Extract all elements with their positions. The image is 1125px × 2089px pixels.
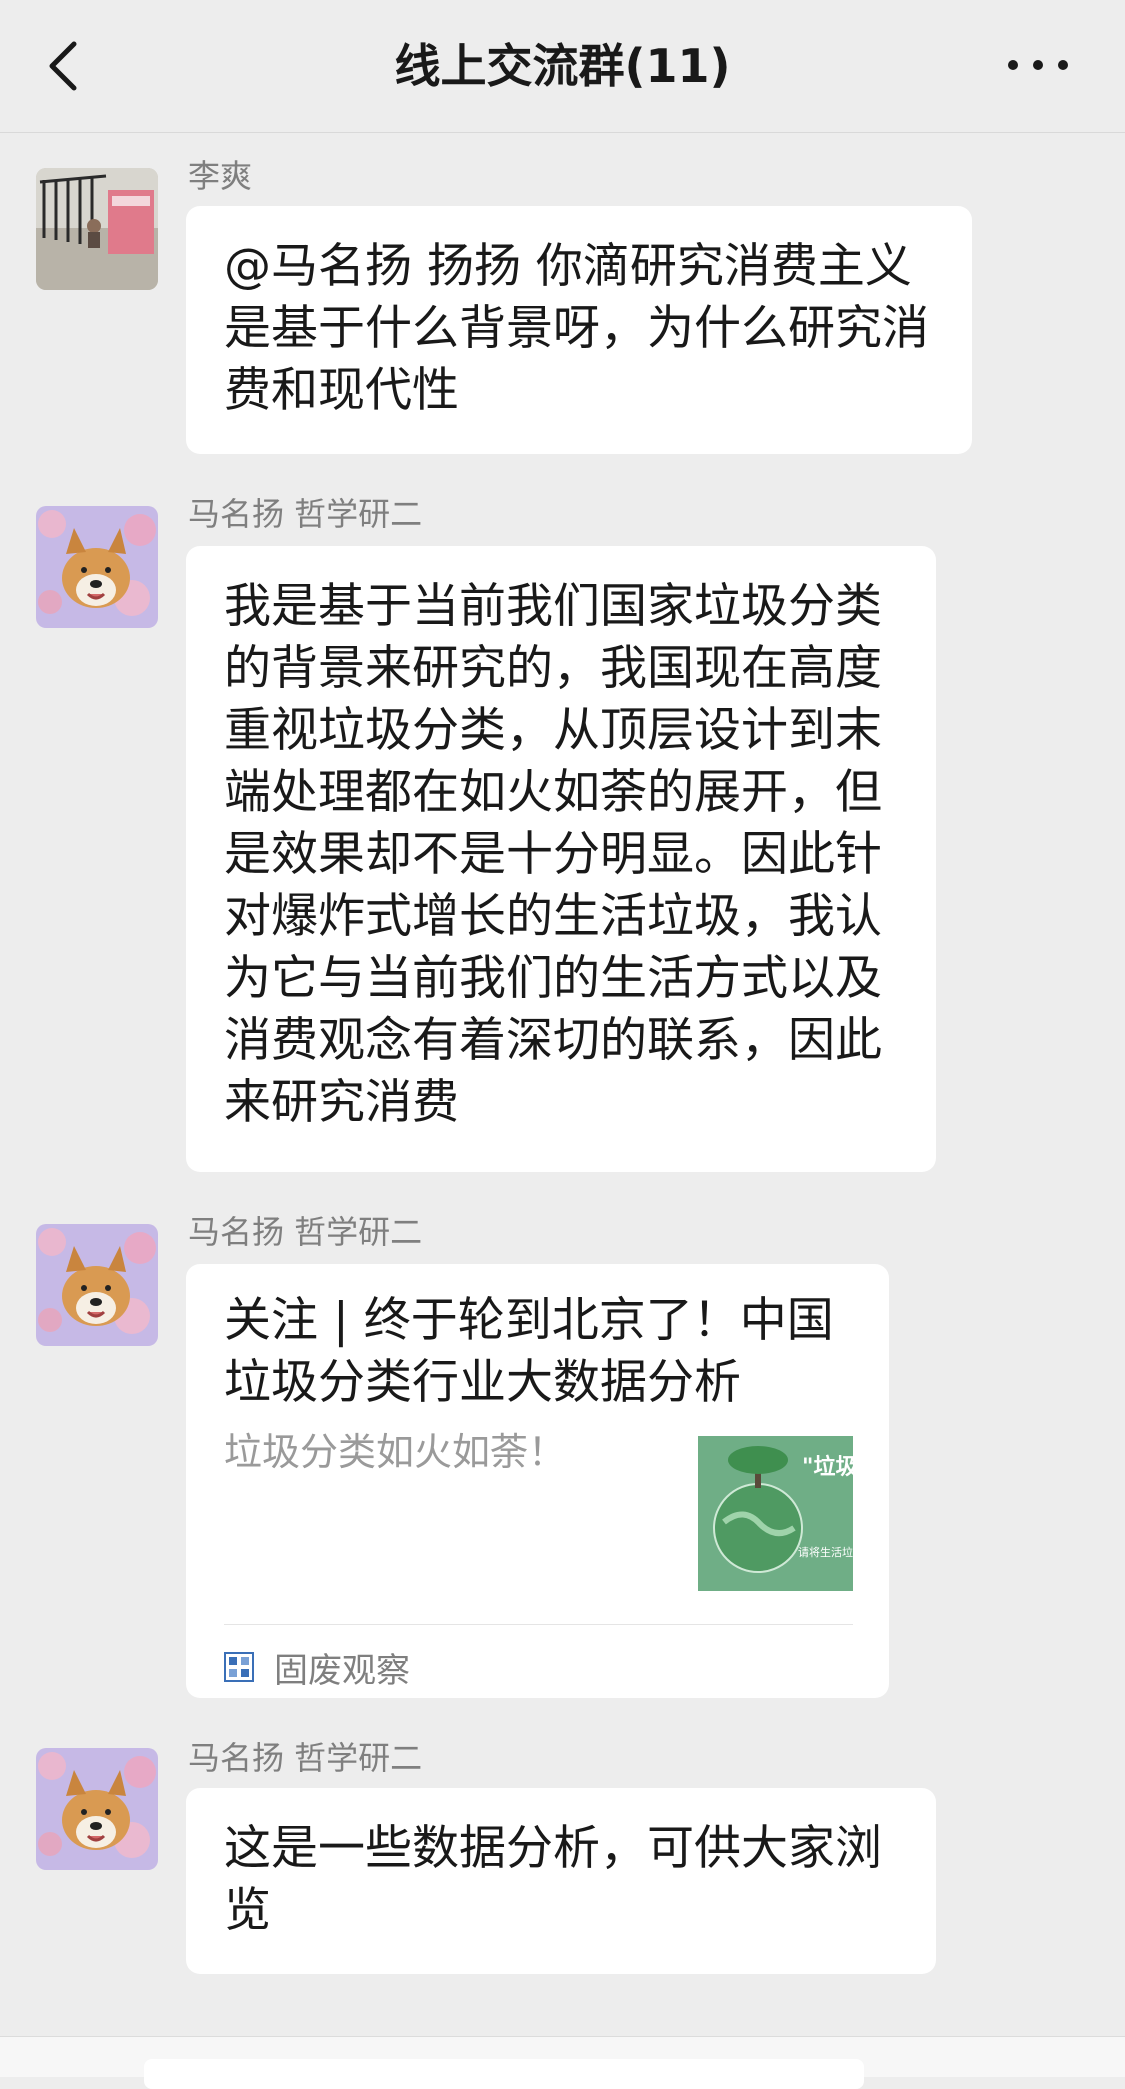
sender-name: 李爽 xyxy=(188,157,253,195)
article-card[interactable]: 关注 | 终于轮到北京了！中国垃圾分类行业大数据分析 垃圾分类如火如荼！ "垃圾… xyxy=(186,1264,889,1698)
avatar-ma-mingyang[interactable] xyxy=(36,1748,158,1870)
message-text: 这是一些数据分析，可供大家浏览 xyxy=(224,1821,882,1938)
avatar-li-shuang[interactable] xyxy=(36,168,158,290)
input-bar xyxy=(0,2036,1125,2089)
article-title: 关注 | 终于轮到北京了！中国垃圾分类行业大数据分析 xyxy=(224,1293,834,1410)
chat-title: 线上交流群(11) xyxy=(394,39,731,93)
article-thumbnail: "垃圾分类 请将生活垃圾 做人指定位 xyxy=(698,1436,853,1591)
message-bubble[interactable]: 这是一些数据分析，可供大家浏览 xyxy=(186,1788,936,1974)
card-divider xyxy=(224,1624,853,1625)
article-source[interactable]: 固废观察 xyxy=(224,1632,410,1702)
message-text: 我是基于当前我们国家垃圾分类的背景来研究的，我国现在高度重视垃圾分类，从顶层设计… xyxy=(224,579,882,1130)
message-input[interactable] xyxy=(144,2059,864,2089)
sender-name: 马名扬 哲学研二 xyxy=(188,495,423,533)
more-options-icon[interactable] xyxy=(1003,50,1073,80)
chat-header: 线上交流群(11) xyxy=(0,0,1125,133)
source-logo-icon xyxy=(224,1652,254,1682)
message-bubble[interactable]: @马名扬 扬扬 你滴研究消费主义是基于什么背景呀，为什么研究消费和现代性 xyxy=(186,206,972,454)
avatar-ma-mingyang[interactable] xyxy=(36,1224,158,1346)
message-text: @马名扬 扬扬 你滴研究消费主义是基于什么背景呀，为什么研究消费和现代性 xyxy=(224,239,929,418)
source-name: 固废观察 xyxy=(274,1650,410,1691)
avatar-ma-mingyang[interactable] xyxy=(36,506,158,628)
article-description: 垃圾分类如火如荼！ xyxy=(224,1430,567,1474)
sender-name: 马名扬 哲学研二 xyxy=(188,1739,423,1777)
thumbnail-headline: "垃圾分类 xyxy=(802,1454,853,1480)
sender-name: 马名扬 哲学研二 xyxy=(188,1213,423,1251)
message-bubble[interactable]: 我是基于当前我们国家垃圾分类的背景来研究的，我国现在高度重视垃圾分类，从顶层设计… xyxy=(186,546,936,1172)
thumbnail-caption: 请将生活垃圾 做人指定位 xyxy=(798,1545,853,1559)
